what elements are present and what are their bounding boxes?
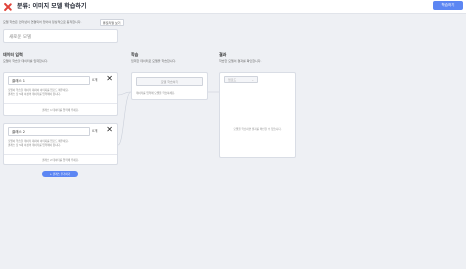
delete-class-icon[interactable]: ✕ xyxy=(106,125,113,134)
result-dropdown[interactable]: 업로드 ⌄ xyxy=(224,76,258,83)
class-upload-area[interactable]: 클래스 2 데이터를 입력해 주세요. xyxy=(4,158,117,162)
add-class-button[interactable]: + 클래스 추가하기 xyxy=(42,171,78,177)
class-count: 0개 xyxy=(92,78,98,82)
result-title: 결과 xyxy=(219,52,227,57)
class-desc-line: 클래스 당 5개 이상의 데이터를 입력해야 합니다. xyxy=(8,144,61,147)
class-name-input[interactable]: 클래스 1 xyxy=(8,76,90,85)
class-count: 0개 xyxy=(92,129,98,133)
class-name-input[interactable]: 클래스 2 xyxy=(8,127,90,136)
class-upload-area[interactable]: 클래스 1 데이터를 입력해 주세요. xyxy=(4,108,117,112)
training-title: 학습 xyxy=(131,52,139,57)
class-desc-line: 클래스 당 5개 이상의 데이터를 입력해야 합니다. xyxy=(8,93,61,96)
result-empty-text: 모델을 학습하면 결과를 확인할 수 있습니다. xyxy=(233,128,282,131)
data-input-subtitle: 모델이 학습할 데이터를 입력합니다. xyxy=(3,59,49,63)
chevron-down-icon: ⌄ xyxy=(251,78,254,82)
data-input-title: 데이터 입력 xyxy=(3,52,23,57)
result-dropdown-label: 업로드 xyxy=(228,78,237,82)
divider xyxy=(4,154,117,155)
divider xyxy=(4,103,117,104)
training-note: 데이터를 입력해 모델을 학습하세요. xyxy=(136,92,176,95)
train-model-button[interactable]: 모델 학습하기 xyxy=(136,77,203,86)
delete-class-icon[interactable]: ✕ xyxy=(106,74,113,83)
class-card-2: 클래스 2 0개 ✕ 모델이 학습할 데이터 대하여 이미지를 업로드 해주세요… xyxy=(3,123,118,165)
result-subtitle: 학습한 모델이 결과를 확인합니다. xyxy=(219,59,262,63)
result-panel: 업로드 ⌄ 모델을 학습하면 결과를 확인할 수 있습니다. xyxy=(219,72,296,158)
class-card-1: 클래스 1 0개 ✕ 모델이 학습할 데이터 대하여 이미지를 업로드 해주세요… xyxy=(3,72,118,116)
training-subtitle: 입력한 데이터로 모델을 학습합니다. xyxy=(131,59,177,63)
training-panel: 모델 학습하기 데이터를 입력해 모델을 학습하세요. xyxy=(131,72,208,100)
